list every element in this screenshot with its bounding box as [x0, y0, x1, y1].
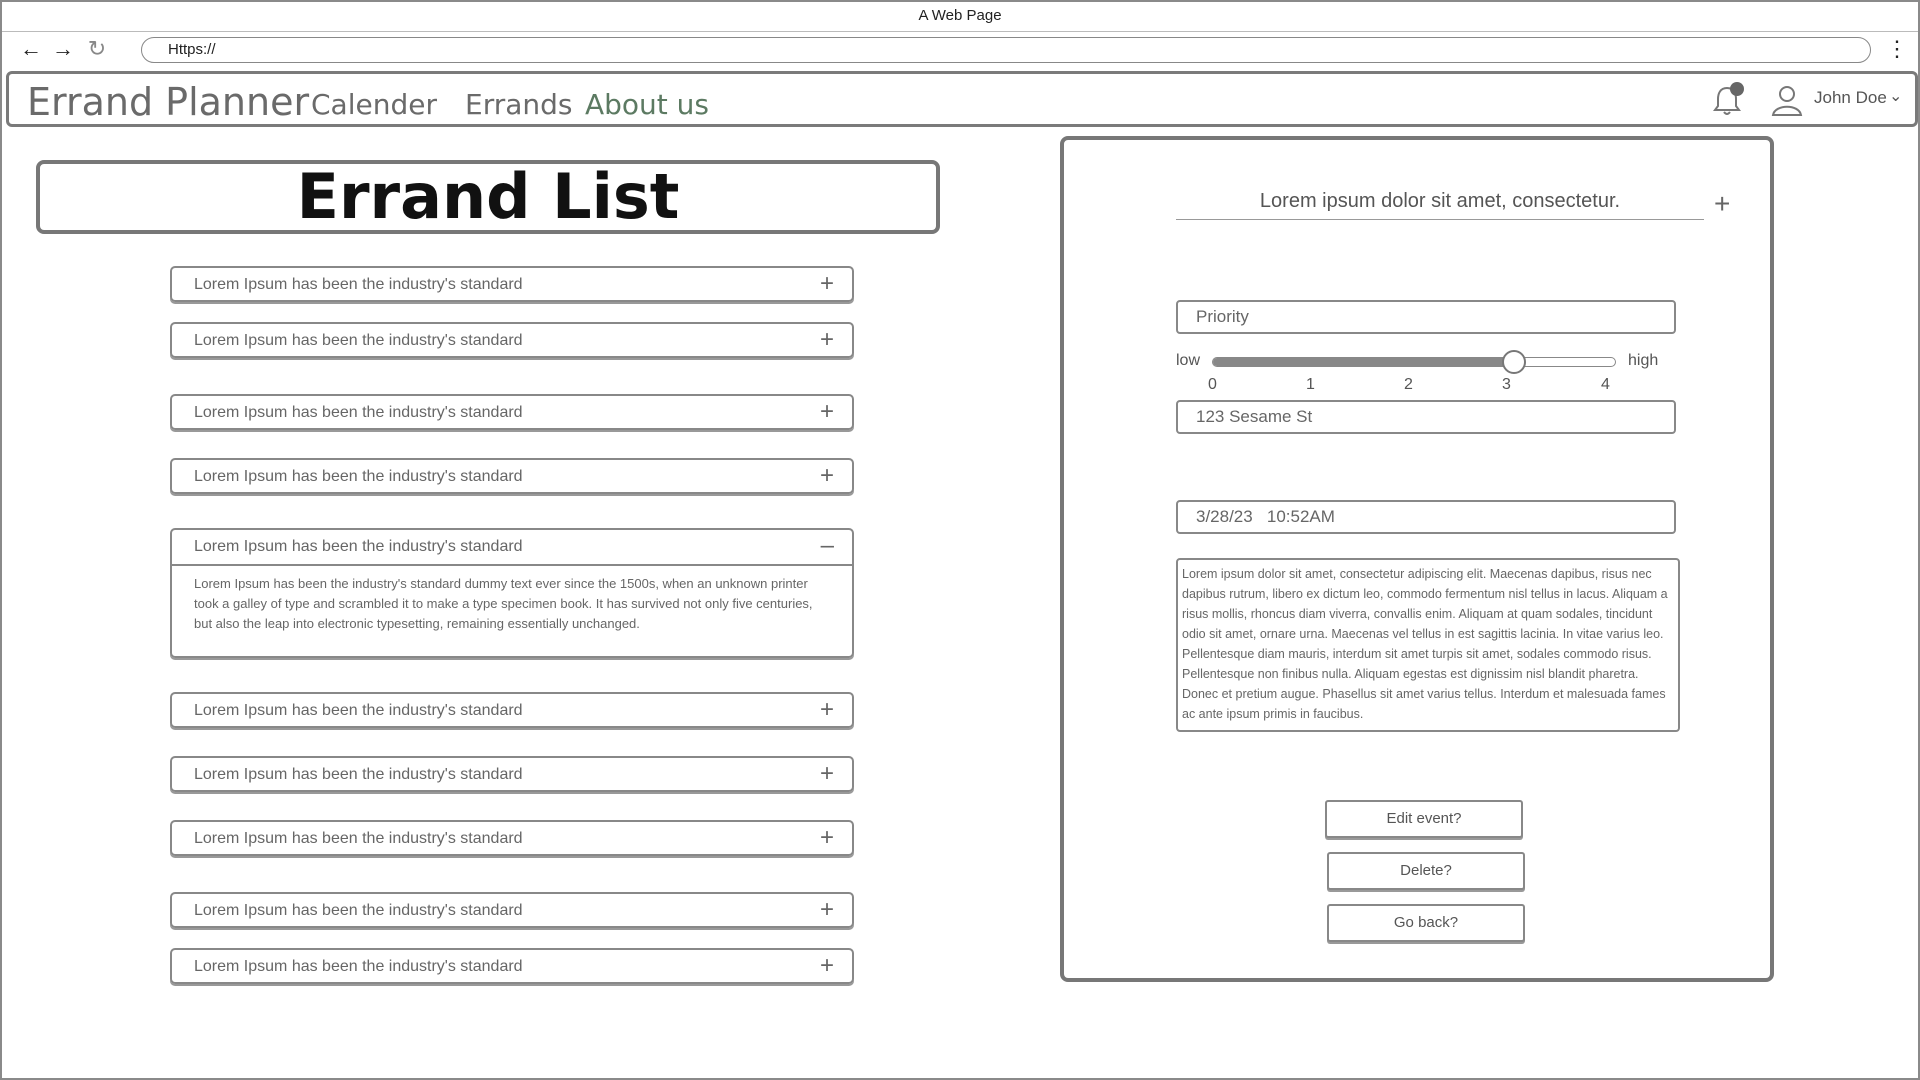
slider-tick-label: 2 — [1404, 376, 1413, 393]
slider-low-label: low — [1176, 352, 1201, 369]
back-arrow-icon[interactable]: ← — [18, 36, 44, 62]
app-header: Errand Planner Calender Errands About us… — [6, 71, 1918, 127]
priority-slider[interactable] — [1212, 350, 1616, 374]
priority-field[interactable]: Priority — [1176, 300, 1676, 334]
window-title: A Web Page — [2, 2, 1918, 32]
slider-tick-label: 1 — [1306, 376, 1315, 393]
delete-button[interactable]: Delete? — [1327, 852, 1525, 890]
chevron-down-icon[interactable]: ⌄ — [1889, 86, 1902, 106]
errand-item-label: Lorem Ipsum has been the industry's stan… — [194, 404, 523, 421]
errand-item[interactable]: Lorem Ipsum has been the industry's stan… — [170, 756, 854, 792]
errand-item-label: Lorem Ipsum has been the industry's stan… — [194, 276, 523, 293]
errand-item-label: Lorem Ipsum has been the industry's stan… — [194, 538, 523, 555]
errand-item-body: Lorem Ipsum has been the industry's stan… — [194, 576, 813, 631]
nav-about-us[interactable]: About us — [585, 88, 709, 121]
slider-tick-label: 3 — [1502, 376, 1511, 393]
datetime-field[interactable]: 3/28/23 10:52AM — [1176, 500, 1676, 534]
errand-item-label: Lorem Ipsum has been the industry's stan… — [194, 902, 523, 919]
errand-item-label: Lorem Ipsum has been the industry's stan… — [194, 830, 523, 847]
user-avatar-icon[interactable] — [1769, 82, 1805, 118]
errand-item-label: Lorem Ipsum has been the industry's stan… — [194, 766, 523, 783]
nav-errands[interactable]: Errands — [465, 88, 573, 121]
edit-event-button[interactable]: Edit event? — [1325, 800, 1523, 838]
plus-icon[interactable]: + — [820, 760, 834, 788]
errand-item[interactable]: Lorem Ipsum has been the industry's stan… — [170, 948, 854, 984]
go-back-button[interactable]: Go back? — [1327, 904, 1525, 942]
plus-icon[interactable]: + — [820, 824, 834, 852]
errand-item[interactable]: Lorem Ipsum has been the industry's stan… — [170, 692, 854, 728]
slider-tick-label: 4 — [1601, 376, 1610, 393]
plus-icon[interactable]: + — [820, 326, 834, 354]
errand-item[interactable]: Lorem Ipsum has been the industry's stan… — [170, 892, 854, 928]
nav-calender[interactable]: Calender — [311, 88, 437, 121]
slider-thumb[interactable] — [1501, 350, 1526, 374]
more-options-icon[interactable]: ⋮ — [1886, 36, 1908, 62]
browser-window: A Web Page ← → ↻ Https:// ⋮ Errand Plann… — [0, 0, 1920, 1080]
errand-item-header[interactable]: Lorem Ipsum has been the industry's stan… — [172, 530, 852, 566]
refresh-icon[interactable]: ↻ — [84, 36, 110, 62]
plus-icon[interactable]: + — [820, 696, 834, 724]
bell-icon[interactable] — [1709, 82, 1745, 118]
errand-item[interactable]: Lorem Ipsum has been the industry's stan… — [170, 820, 854, 856]
plus-icon[interactable]: + — [1714, 188, 1730, 220]
plus-icon[interactable]: + — [820, 952, 834, 980]
errand-item[interactable]: Lorem Ipsum has been the industry's stan… — [170, 458, 854, 494]
errand-list-title: Errand List — [36, 160, 940, 234]
plus-icon[interactable]: + — [820, 398, 834, 426]
slider-fill — [1213, 358, 1514, 366]
errand-detail-title[interactable]: Lorem ipsum dolor sit amet, consectetur. — [1176, 190, 1704, 220]
errand-item-label: Lorem Ipsum has been the industry's stan… — [194, 958, 523, 975]
description-textarea[interactable]: Lorem ipsum dolor sit amet, consectetur … — [1176, 558, 1680, 732]
plus-icon[interactable]: + — [820, 270, 834, 298]
errand-item-label: Lorem Ipsum has been the industry's stan… — [194, 332, 523, 349]
address-field[interactable]: 123 Sesame St — [1176, 400, 1676, 434]
plus-icon[interactable]: + — [820, 462, 834, 490]
url-bar[interactable]: Https:// — [141, 37, 1871, 63]
browser-toolbar: ← → ↻ Https:// ⋮ — [2, 32, 1918, 68]
username-label[interactable]: John Doe — [1814, 88, 1887, 108]
errand-detail-panel: Lorem ipsum dolor sit amet, consectetur.… — [1060, 136, 1774, 982]
errand-item-expanded[interactable]: Lorem Ipsum has been the industry's stan… — [170, 528, 854, 658]
errand-item[interactable]: Lorem Ipsum has been the industry's stan… — [170, 266, 854, 302]
slider-tick-label: 0 — [1208, 376, 1217, 393]
forward-arrow-icon[interactable]: → — [50, 36, 76, 62]
plus-icon[interactable]: + — [820, 896, 834, 924]
minus-icon[interactable]: – — [821, 532, 834, 560]
errand-item[interactable]: Lorem Ipsum has been the industry's stan… — [170, 394, 854, 430]
errand-item[interactable]: Lorem Ipsum has been the industry's stan… — [170, 322, 854, 358]
errand-item-label: Lorem Ipsum has been the industry's stan… — [194, 702, 523, 719]
errand-item-label: Lorem Ipsum has been the industry's stan… — [194, 468, 523, 485]
slider-high-label: high — [1628, 352, 1659, 369]
brand-logo[interactable]: Errand Planner — [27, 80, 309, 124]
